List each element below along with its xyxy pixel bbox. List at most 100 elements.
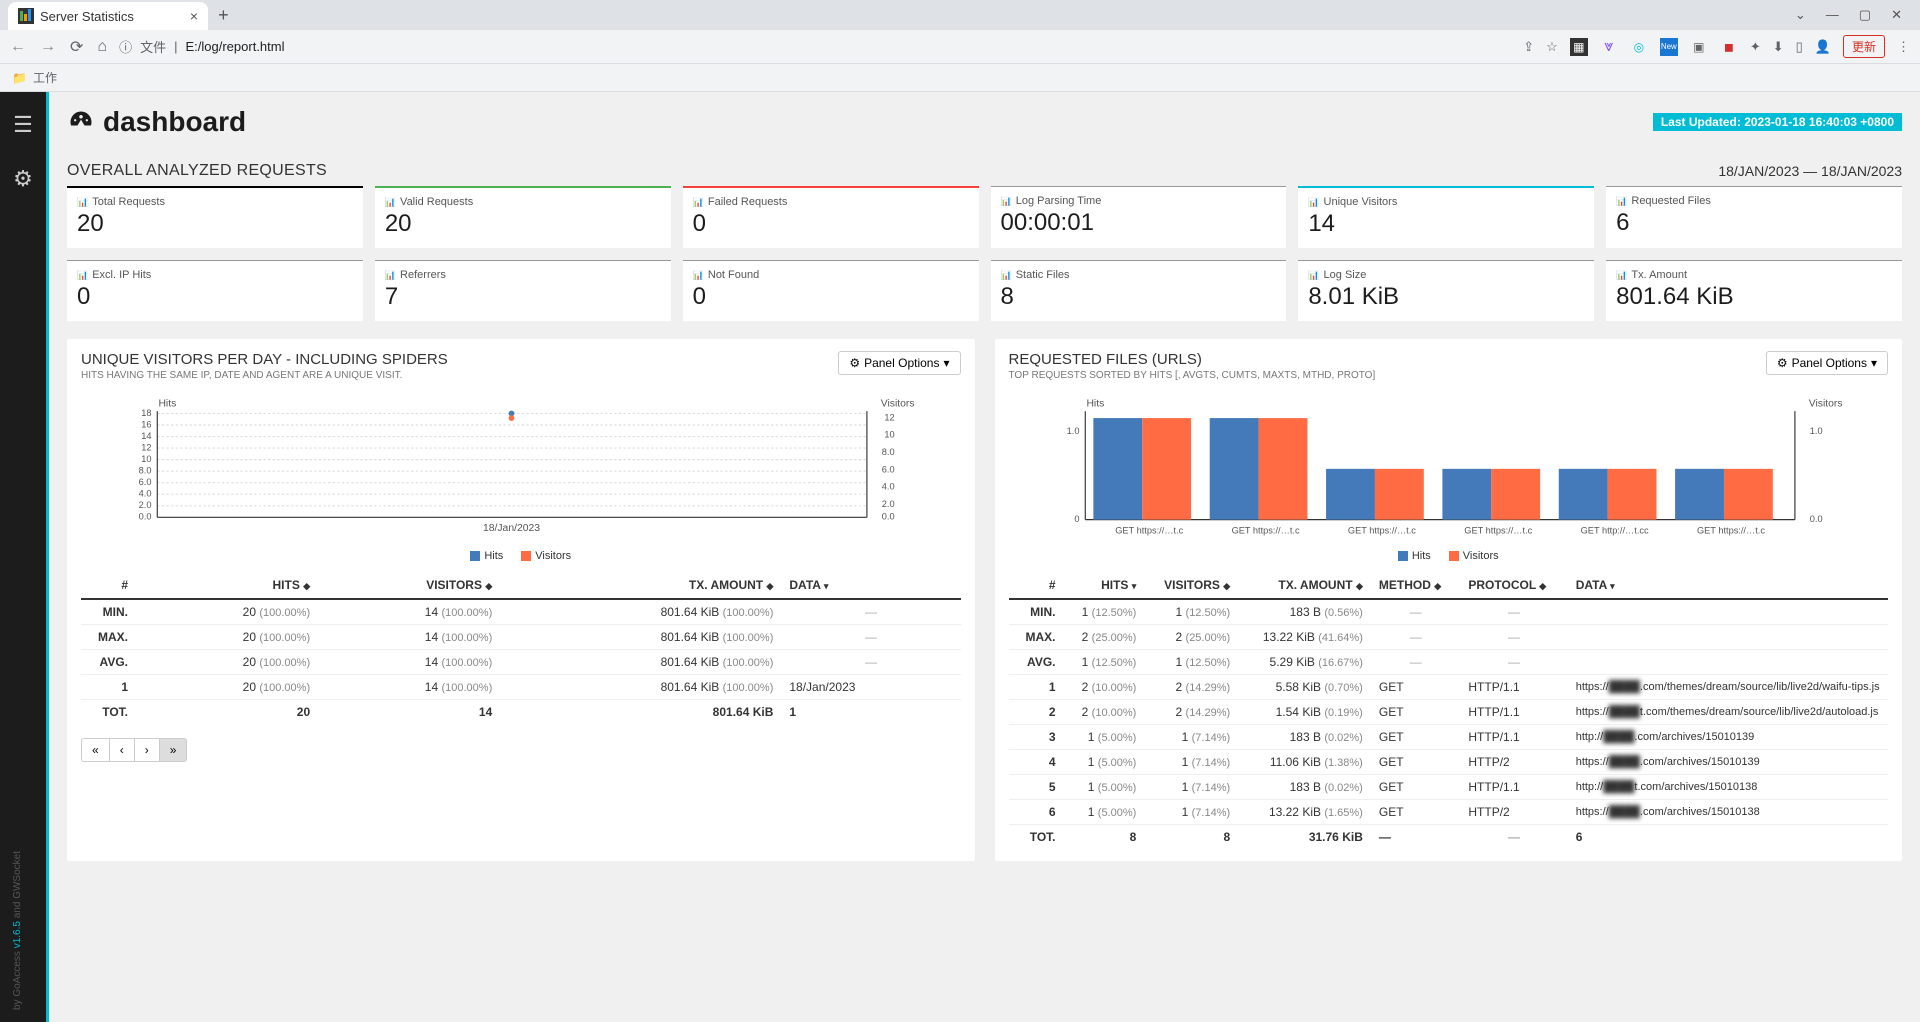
info-icon[interactable]: ⓘ [119, 37, 132, 56]
svg-text:Visitors: Visitors [881, 399, 915, 410]
page-next-button[interactable]: › [134, 738, 160, 762]
col-hits[interactable]: HITS ▾ [1064, 572, 1145, 599]
table-total-row: TOT. 8 8 31.76 KiB — — 6 [1009, 825, 1889, 850]
forward-icon[interactable]: → [40, 38, 56, 56]
svg-text:GET https://…t.c: GET https://…t.c [1231, 525, 1299, 535]
browser-tab[interactable]: Server Statistics × [8, 2, 208, 30]
table-row: 22 (10.00%)2 (14.29%)1.54 KiB (0.19%)GET… [1009, 700, 1889, 725]
stat-value: 8 [1001, 283, 1277, 311]
page-last-button[interactable]: » [159, 738, 188, 762]
stat-card: 📊Requested Files6 [1606, 186, 1902, 248]
bar-chart-icon: 📊 [77, 270, 88, 281]
date-range: 18/JAN/2023 — 18/JAN/2023 [1718, 163, 1902, 179]
table-row: 120 (100.00%)14 (100.00%)801.64 KiB (100… [81, 675, 961, 700]
svg-text:12: 12 [884, 412, 894, 422]
col-visitors[interactable]: VISITORS ◆ [1144, 572, 1238, 599]
svg-text:1.0: 1.0 [1066, 426, 1079, 436]
update-button[interactable]: 更新 [1843, 35, 1885, 58]
bookmarks-bar: 📁 工作 [0, 64, 1920, 92]
minimize-icon[interactable]: — [1826, 7, 1839, 23]
star-icon[interactable]: ☆ [1546, 39, 1558, 55]
col-num[interactable]: # [1009, 572, 1064, 599]
col-num[interactable]: # [81, 572, 136, 599]
chevron-down-icon: ▾ [943, 356, 949, 370]
dropdown-icon[interactable]: ⌄ [1795, 7, 1806, 23]
ext-icon-3[interactable]: ◎ [1630, 38, 1648, 56]
url-text: E:/log/report.html [186, 39, 285, 54]
bar-chart-icon: 📊 [693, 270, 704, 281]
close-tab-icon[interactable]: × [190, 8, 198, 24]
profile-icon[interactable]: 👤 [1815, 39, 1831, 55]
col-visitors[interactable]: VISITORS ◆ [318, 572, 500, 599]
download-icon[interactable]: ⬇ [1773, 39, 1784, 55]
toolbar-right: ⇪ ☆ ▦ ⩔ ◎ New ▣ ◼ ✦ ⬇ ▯ 👤 更新 ⋮ [1523, 35, 1910, 58]
bar-chart-icon: 📊 [1616, 196, 1627, 207]
ext-icon-new[interactable]: New [1660, 38, 1678, 56]
svg-text:GET https://…t.c: GET https://…t.c [1696, 525, 1764, 535]
svg-text:Hits: Hits [158, 399, 176, 410]
stat-card: 📊Log Parsing Time00:00:01 [991, 186, 1287, 248]
svg-text:8.0: 8.0 [139, 465, 152, 475]
stat-card: 📊Log Size8.01 KiB [1298, 260, 1594, 321]
svg-text:4.0: 4.0 [882, 482, 895, 492]
table-stat-row: MAX.2 (25.00%)2 (25.00%)13.22 KiB (41.64… [1009, 625, 1889, 650]
col-data[interactable]: DATA ▾ [781, 572, 960, 599]
gear-icon: ⚙ [849, 356, 860, 370]
chart-legend: Hits Visitors [81, 550, 961, 562]
stat-label: Referrers [400, 269, 446, 281]
pagination: « ‹ › » [81, 738, 961, 762]
col-method[interactable]: METHOD ◆ [1371, 572, 1461, 599]
maximize-icon[interactable]: ▢ [1859, 7, 1871, 23]
stat-label: Log Size [1324, 269, 1367, 281]
home-icon[interactable]: ⌂ [97, 38, 107, 56]
svg-text:10: 10 [884, 430, 894, 440]
visitors-panel: UNIQUE VISITORS PER DAY - INCLUDING SPID… [67, 339, 975, 861]
back-icon[interactable]: ← [10, 38, 26, 56]
panel-options-button[interactable]: ⚙ Panel Options ▾ [1766, 351, 1888, 375]
folder-icon: 📁 [12, 71, 27, 85]
stat-card: 📊Valid Requests20 [375, 186, 671, 248]
ext-icon-2[interactable]: ⩔ [1600, 38, 1618, 56]
page-prev-button[interactable]: ‹ [109, 738, 135, 762]
hamburger-icon[interactable]: ☰ [13, 112, 33, 138]
ext-icon-1[interactable]: ▦ [1570, 38, 1588, 56]
table-stat-row: MIN.20 (100.00%)14 (100.00%)801.64 KiB (… [81, 599, 961, 625]
stat-label: Tx. Amount [1631, 269, 1687, 281]
table-row: 41 (5.00%)1 (7.14%)11.06 KiB (1.38%)GETH… [1009, 750, 1889, 775]
svg-text:GET https://…t.c: GET https://…t.c [1347, 525, 1415, 535]
legend-visitors: Visitors [1449, 550, 1499, 562]
close-window-icon[interactable]: ✕ [1891, 7, 1902, 23]
col-protocol[interactable]: PROTOCOL ◆ [1460, 572, 1567, 599]
panel-options-button[interactable]: ⚙ Panel Options ▾ [838, 351, 960, 375]
stat-label: Failed Requests [708, 196, 788, 208]
reader-icon[interactable]: ▯ [1796, 39, 1803, 55]
page-first-button[interactable]: « [81, 738, 110, 762]
gear-icon[interactable]: ⚙ [13, 166, 33, 192]
tab-title: Server Statistics [40, 9, 134, 24]
new-tab-button[interactable]: + [218, 5, 229, 26]
bookmark-folder[interactable]: 工作 [33, 69, 57, 86]
stat-label: Requested Files [1631, 195, 1711, 207]
ext-icon-5[interactable]: ▣ [1690, 38, 1708, 56]
stat-label: Log Parsing Time [1016, 195, 1102, 207]
bar-chart-icon: 📊 [1001, 270, 1012, 281]
col-hits[interactable]: HITS ◆ [136, 572, 318, 599]
share-icon[interactable]: ⇪ [1523, 39, 1534, 55]
svg-text:16: 16 [141, 419, 151, 429]
menu-icon[interactable]: ⋮ [1897, 39, 1910, 55]
table-stat-row: MAX.20 (100.00%)14 (100.00%)801.64 KiB (… [81, 625, 961, 650]
table-row: 61 (5.00%)1 (7.14%)13.22 KiB (1.65%)GETH… [1009, 800, 1889, 825]
stats-grid: 📊Total Requests20📊Valid Requests20📊Faile… [67, 186, 1902, 321]
bar-chart-icon: 📊 [385, 197, 396, 208]
ext-icon-6[interactable]: ◼ [1720, 38, 1738, 56]
svg-text:12: 12 [141, 442, 151, 452]
table-stat-row: AVG.1 (12.50%)1 (12.50%)5.29 KiB (16.67%… [1009, 650, 1889, 675]
page-title-text: dashboard [103, 106, 246, 138]
col-tx[interactable]: TX. AMOUNT ◆ [500, 572, 781, 599]
reload-icon[interactable]: ⟳ [70, 37, 83, 57]
col-tx[interactable]: TX. AMOUNT ◆ [1238, 572, 1371, 599]
col-data[interactable]: DATA ▾ [1568, 572, 1888, 599]
stat-value: 801.64 KiB [1616, 283, 1892, 311]
extensions-icon[interactable]: ✦ [1750, 39, 1761, 55]
address-bar[interactable]: ⓘ 文件 | E:/log/report.html [119, 37, 1511, 56]
